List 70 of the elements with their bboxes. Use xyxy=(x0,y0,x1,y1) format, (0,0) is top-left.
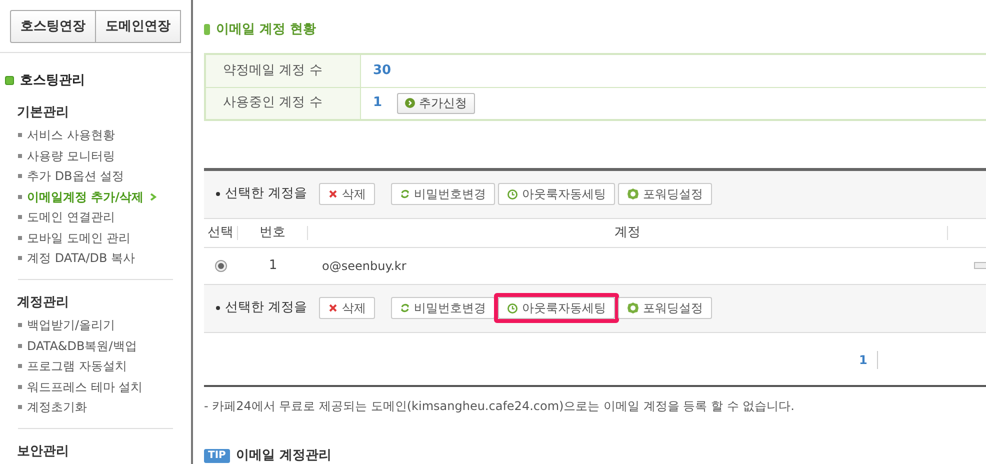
action-button[interactable]: 삭제 xyxy=(319,183,376,205)
tip-title: 이메일 계정관리 xyxy=(236,448,332,462)
notice-text: - 카페24에서 무료로 제공되는 도메인(kimsangheu.cafe24.com)으로는 이메일 계정을 등록 할 수 없습니다. xyxy=(204,398,796,414)
clock-icon xyxy=(507,188,518,200)
action-button[interactable]: 포워딩설정 xyxy=(618,297,712,319)
bullet-icon xyxy=(18,384,22,389)
bullet-icon xyxy=(18,256,22,260)
bullet-icon xyxy=(18,215,22,220)
bullet-icon xyxy=(18,154,22,158)
radio-button[interactable] xyxy=(215,260,227,272)
column-header: 계정 xyxy=(614,224,640,242)
chevron-icon xyxy=(150,192,157,201)
summary-value: 1 xyxy=(373,94,382,112)
column-header: 번호 xyxy=(260,224,286,242)
menu-item[interactable]: 이메일계정 추가/삭제 xyxy=(18,186,173,207)
group-title: 계정관리 xyxy=(17,294,70,312)
action-button[interactable]: 아웃룩자동세팅 xyxy=(498,297,616,319)
action-button[interactable]: 비밀번호변경 xyxy=(391,297,496,319)
summary-label: 사용중인 계정 수 xyxy=(206,88,361,118)
tip-badge: TIP xyxy=(204,448,230,462)
section-marker-icon xyxy=(5,76,14,86)
account-cell-text: o@seenbuy.kr xyxy=(322,258,406,274)
bullet-icon xyxy=(18,236,22,240)
bullet-icon xyxy=(216,192,220,196)
action-button[interactable]: 비밀번호변경 xyxy=(391,183,496,205)
bullet-icon xyxy=(18,344,22,348)
arrow-circle-icon xyxy=(405,98,416,108)
menu-item[interactable]: 백업받기/올리기 xyxy=(18,315,173,336)
menu-item[interactable]: 사용량 모니터링 xyxy=(18,146,173,166)
close-icon xyxy=(328,303,338,313)
page-title: 이메일 계정 현황 xyxy=(216,21,316,39)
toolbar-label: 선택한 계정을 xyxy=(225,299,308,318)
gear-icon xyxy=(627,188,640,200)
bullet-icon xyxy=(18,133,22,138)
toolbar-label: 선택한 계정을 xyxy=(225,185,308,204)
menu-item[interactable]: 프로그램 자동설치 xyxy=(18,356,173,376)
summary-value: 30 xyxy=(373,62,392,80)
menu-item[interactable]: 추가 DB옵션 설정 xyxy=(18,166,173,186)
refresh-icon xyxy=(400,302,410,314)
title-marker-icon xyxy=(204,24,210,36)
renew-button[interactable]: 도메인연장 xyxy=(96,10,181,43)
menu-item[interactable]: 모바일 도메인 관리 xyxy=(18,228,173,248)
renew-button[interactable]: 호스팅연장 xyxy=(10,10,96,43)
close-icon xyxy=(328,189,338,199)
bullet-icon xyxy=(18,405,22,410)
action-button[interactable]: 삭제 xyxy=(319,297,376,319)
menu-item[interactable]: 계정초기화 xyxy=(18,397,173,418)
bullet-icon xyxy=(18,364,22,368)
menu-item[interactable]: 도메인 연결관리 xyxy=(18,207,173,228)
clock-icon xyxy=(507,302,518,314)
add-request-button[interactable]: 추가신청 xyxy=(397,92,476,114)
summary-label: 약정메일 계정 수 xyxy=(206,54,361,86)
group-title: 기본관리 xyxy=(17,104,70,122)
action-button[interactable]: 아웃룩자동세팅 xyxy=(498,183,616,205)
menu-item[interactable]: 워드프레스 테마 설치 xyxy=(18,376,173,397)
column-header: 선택 xyxy=(208,224,234,242)
gear-icon xyxy=(627,302,640,314)
bullet-icon xyxy=(216,306,220,310)
page-link[interactable]: 1 xyxy=(859,350,878,368)
menu-item[interactable]: 계정 DATA/DB 복사 xyxy=(18,248,173,268)
refresh-icon xyxy=(400,188,410,200)
group-title: 보안관리 xyxy=(17,442,70,460)
bullet-icon xyxy=(18,174,22,178)
menu-item[interactable]: DATA&DB복원/백업 xyxy=(18,336,173,356)
menu-item[interactable]: 서비스 사용현황 xyxy=(18,125,173,146)
section-title: 호스팅관리 xyxy=(20,72,85,90)
row-number: 1 xyxy=(268,256,278,275)
bullet-icon xyxy=(18,194,22,199)
bullet-icon xyxy=(18,323,22,328)
action-button[interactable]: 포워딩설정 xyxy=(618,183,712,205)
